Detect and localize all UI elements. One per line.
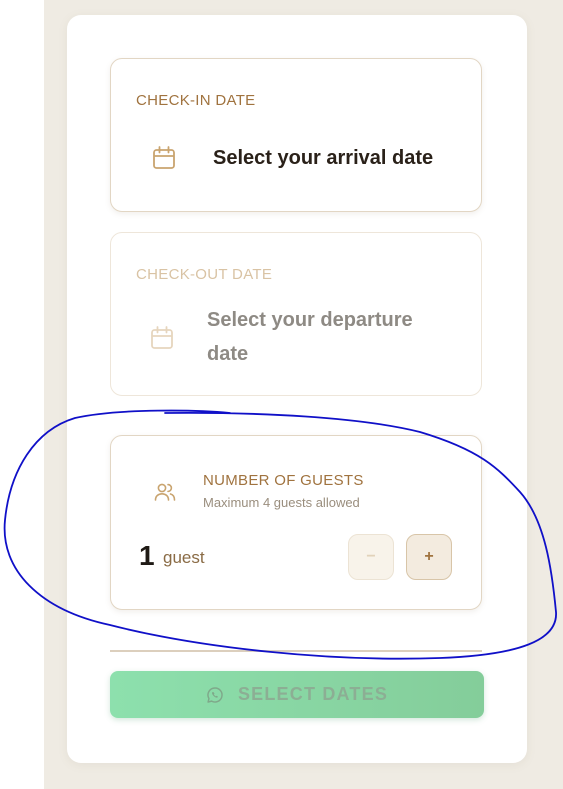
whatsapp-icon [207, 686, 223, 703]
checkin-value: Select your arrival date [213, 147, 434, 169]
guest-count: 1 [139, 540, 155, 571]
divider [110, 650, 482, 652]
increase-guests-button[interactable]: + [406, 534, 452, 580]
checkout-date-field[interactable]: CHECK-OUT DATE Select your departure dat… [110, 232, 482, 396]
select-dates-button[interactable]: SELECT DATES [110, 671, 484, 718]
calendar-icon [153, 146, 175, 169]
checkin-date-field[interactable]: CHECK-IN DATE Select your arrival date [110, 58, 482, 212]
guests-title: NUMBER OF GUESTS [203, 472, 364, 489]
decrease-guests-button[interactable]: − [348, 534, 394, 580]
calendar-icon [151, 326, 173, 349]
guest-unit-label: guest [163, 548, 205, 567]
guests-limit-note: Maximum 4 guests allowed [203, 495, 360, 510]
checkout-value: Select your departure date [207, 309, 413, 365]
checkout-label: CHECK-OUT DATE [136, 266, 273, 283]
users-icon [154, 483, 176, 501]
select-dates-label: SELECT DATES [237, 684, 389, 704]
checkin-label: CHECK-IN DATE [136, 92, 256, 109]
guests-field: NUMBER OF GUESTS Maximum 4 guests allowe… [110, 435, 482, 610]
